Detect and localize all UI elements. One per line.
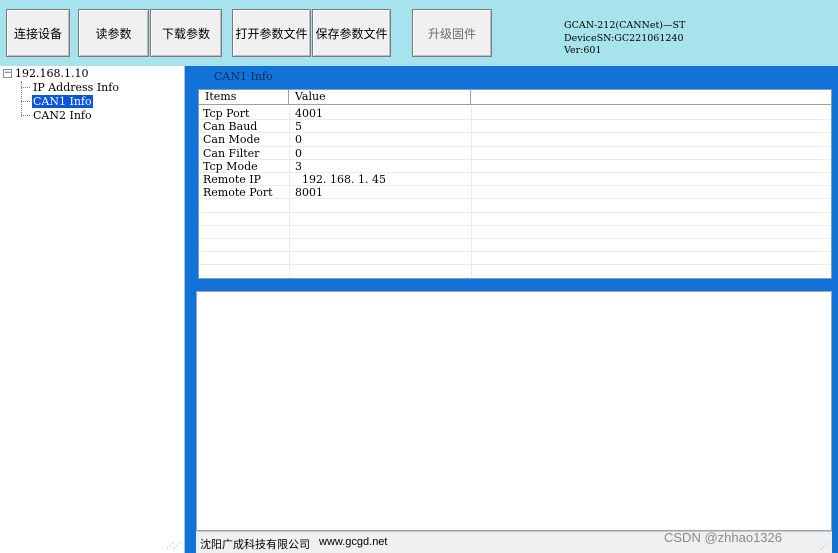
table-row[interactable]: Remote Port 8001 [199, 186, 831, 200]
tree-item-can2-info[interactable]: CAN2 Info [21, 109, 93, 122]
table-row-empty [199, 265, 831, 278]
value-cell: 0 [295, 133, 302, 147]
download-params-button[interactable]: 下载参数 [150, 9, 222, 57]
item-cell: Tcp Port [203, 107, 250, 120]
item-cell: Remote Port [203, 186, 273, 200]
value-cell: 8001 [295, 186, 323, 200]
item-cell: Can Baud [203, 120, 258, 134]
table-row[interactable]: Tcp Port 4001 [199, 107, 831, 121]
tree-item-ip-address-info[interactable]: IP Address Info [21, 81, 120, 94]
column-header-items[interactable]: Items [199, 90, 289, 105]
table-row-empty [199, 199, 831, 213]
value-cell: 5 [295, 120, 302, 134]
resize-grip-icon[interactable]: ⋰⋰ [166, 541, 181, 550]
device-serial: DeviceSN:GC221061240 [564, 32, 684, 44]
resize-grip-icon[interactable]: ⋰ [820, 542, 828, 551]
table-row[interactable]: Tcp Mode 3 [199, 159, 831, 173]
tree-root-node[interactable]: − 192.168.1.10 [3, 67, 88, 80]
item-cell: Remote IP [203, 173, 262, 186]
collapse-icon[interactable]: − [3, 69, 12, 78]
window-edge [832, 291, 838, 553]
table-row-empty [199, 213, 831, 226]
tree-connector-icon [21, 101, 30, 102]
info-table: Items Value Tcp Port 4001 Can Baud 5 Can… [198, 89, 832, 279]
tree-connector-icon [21, 115, 30, 116]
device-model: GCAN-212(CANNet)—ST [564, 20, 686, 31]
read-params-button[interactable]: 读参数 [78, 9, 149, 57]
column-header-value[interactable]: Value [289, 90, 471, 105]
device-info: GCAN-212(CANNet)—ST DeviceSN:GC221061240 V… [564, 20, 685, 58]
value-cell: 3 [295, 159, 302, 173]
value-cell: 4001 [295, 107, 323, 120]
open-param-file-button[interactable]: 打开参数文件 [232, 9, 311, 57]
table-row-empty [199, 239, 831, 253]
column-header-empty [471, 90, 831, 105]
value-cell: 192. 168. 1. 45 [295, 173, 386, 186]
table-row[interactable]: Can Mode 0 [199, 133, 831, 147]
tree-item-can1-info[interactable]: CAN1 Info [21, 95, 93, 108]
item-cell: Tcp Mode [203, 159, 258, 173]
table-row[interactable]: Remote IP 192. 168. 1. 45 [199, 173, 831, 187]
company-website: www.gcgd.net [319, 536, 388, 548]
table-row[interactable]: Can Filter 0 [199, 146, 831, 160]
tree-item-label: CAN2 Info [33, 109, 92, 122]
vertical-splitter[interactable] [185, 66, 196, 553]
log-output-area[interactable] [196, 291, 832, 531]
upgrade-firmware-button[interactable]: 升级固件 [412, 9, 492, 57]
save-param-file-button[interactable]: 保存参数文件 [312, 9, 391, 57]
tree-item-label: IP Address Info [33, 81, 119, 94]
table-row-empty [199, 252, 831, 266]
table-row[interactable]: Can Baud 5 [199, 120, 831, 134]
tree-root-label: 192.168.1.10 [15, 67, 89, 80]
connect-device-button[interactable]: 连接设备 [6, 9, 70, 57]
table-row-empty [199, 226, 831, 239]
watermark: CSDN @zhhao1326 [664, 530, 782, 545]
info-panel-title: CAN1 Info [196, 66, 832, 88]
item-cell: Can Mode [203, 133, 260, 147]
company-name: 沈阳广成科技有限公司 [200, 539, 310, 551]
tree-connector-icon [21, 87, 30, 88]
item-cell: Can Filter [203, 146, 260, 160]
firmware-version: Ver:601 [564, 45, 602, 56]
horizontal-splitter[interactable] [196, 283, 838, 291]
device-tree-panel: − 192.168.1.10 IP Address Info CAN1 Info… [0, 66, 185, 553]
value-cell: 0 [295, 146, 302, 160]
info-panel: CAN1 Info Items Value Tcp Port 4001 Can … [196, 66, 838, 283]
tree-item-label: CAN1 Info [32, 95, 93, 108]
toolbar: 连接设备 读参数 下载参数 打开参数文件 保存参数文件 升级固件 GCAN-21… [0, 0, 838, 66]
